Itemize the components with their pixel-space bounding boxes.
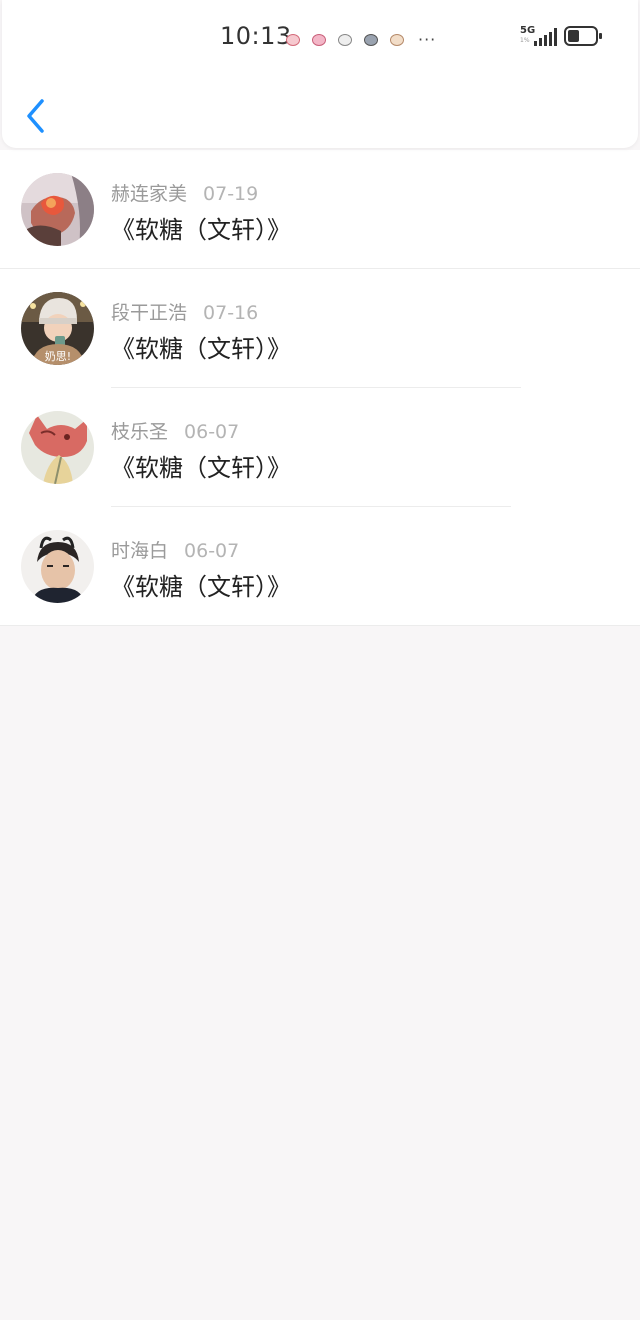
item-title[interactable]: 《软糖（文轩）》 (111, 448, 291, 483)
item-title[interactable]: 《软糖（文轩）》 (111, 210, 291, 245)
author-name[interactable]: 段干正浩 (111, 302, 187, 324)
more-notifications-icon: ··· (418, 30, 437, 49)
avatar-hat-boy-icon: 奶思! (21, 292, 94, 365)
item-title[interactable]: 《软糖（文轩）》 (111, 329, 291, 364)
item-meta: 枝乐圣 06-07 (111, 417, 239, 444)
avatar-man-portrait-icon (21, 530, 94, 603)
avatar-hand-peach-icon (21, 173, 94, 246)
avatar[interactable] (21, 173, 94, 246)
post-date: 06-07 (184, 421, 240, 443)
back-button[interactable] (22, 96, 50, 136)
divider (0, 625, 640, 626)
list-item[interactable]: 奶思! 段干正浩 07-16 《软糖（文轩）》 (0, 269, 640, 388)
battery-level (568, 30, 579, 42)
list-item[interactable]: 赫连家美 07-19 《软糖（文轩）》 (0, 150, 640, 269)
chevron-left-icon (27, 99, 44, 133)
avatar[interactable] (21, 411, 94, 484)
avatar-caption: 奶思! (45, 349, 71, 363)
top-app-bar: 10:13 ··· 5G 1% (2, 0, 638, 148)
item-meta: 时海白 06-07 (111, 536, 239, 563)
avatar[interactable] (21, 530, 94, 603)
post-date: 06-07 (184, 540, 240, 562)
pig-notification-icon (312, 33, 326, 46)
item-meta: 赫连家美 07-19 (111, 179, 258, 206)
list-item[interactable]: 枝乐圣 06-07 《软糖（文轩）》 (0, 388, 640, 507)
item-meta: 段干正浩 07-16 (111, 298, 258, 325)
network-type: 5G (520, 25, 536, 36)
signal-strength-icon (534, 28, 557, 46)
pig-notification-icon (338, 33, 352, 46)
battery-icon (564, 26, 602, 46)
avatar-fox-icon (21, 411, 94, 484)
network-indicator: 5G 1% (520, 26, 535, 46)
pig-notification-icon (390, 33, 404, 46)
status-bar: 10:13 ··· 5G 1% (2, 0, 638, 76)
author-name[interactable]: 赫连家美 (111, 183, 187, 205)
pig-notification-icon (364, 33, 378, 46)
notification-icons: ··· (286, 30, 436, 49)
author-name[interactable]: 时海白 (111, 540, 168, 562)
avatar[interactable]: 奶思! (21, 292, 94, 365)
post-date: 07-19 (203, 183, 259, 205)
status-time: 10:13 (220, 22, 292, 50)
pig-notification-icon (286, 33, 300, 46)
network-sub: 1% (520, 37, 530, 44)
post-date: 07-16 (203, 302, 259, 324)
item-title[interactable]: 《软糖（文轩）》 (111, 567, 291, 602)
author-name[interactable]: 枝乐圣 (111, 421, 168, 443)
list-item[interactable]: 时海白 06-07 《软糖（文轩）》 (0, 507, 640, 626)
comment-list: 赫连家美 07-19 《软糖（文轩）》 奶思! 段干正浩 07-16 《软糖（文轩）… (0, 150, 640, 626)
